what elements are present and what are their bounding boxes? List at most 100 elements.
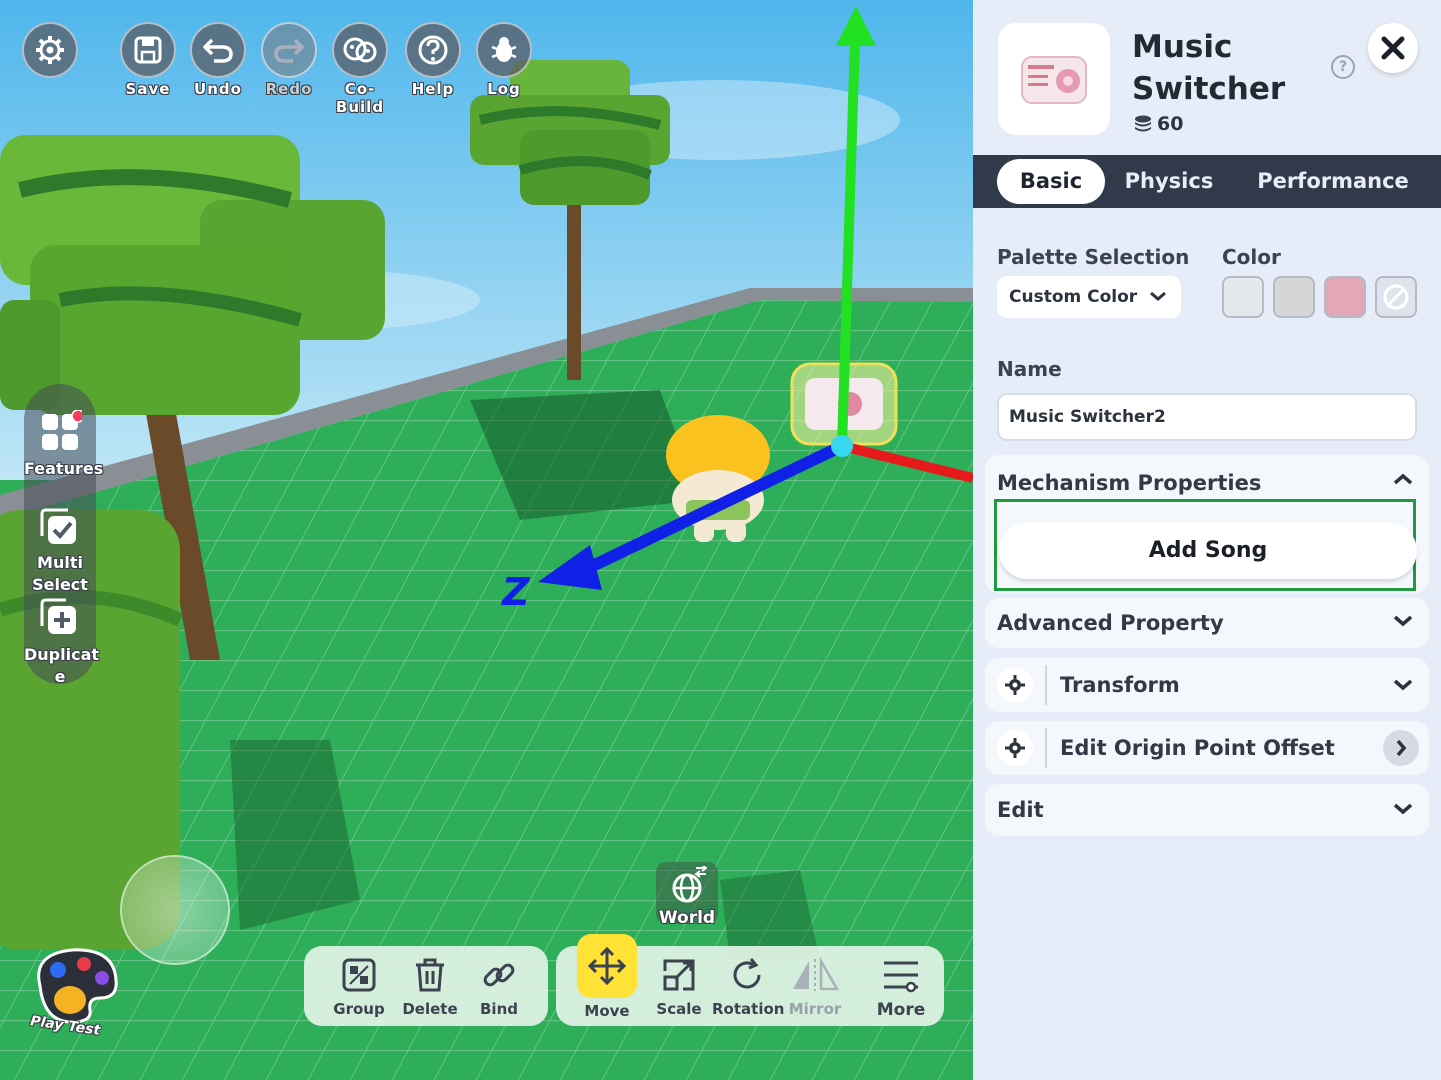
cobuild-button[interactable]: Co-Build: [322, 22, 398, 116]
edit-section[interactable]: Edit: [985, 784, 1429, 836]
undo-icon: [190, 22, 246, 78]
duplicate-label: Duplicat e: [24, 645, 100, 686]
multi-select-button[interactable]: Multi Select: [24, 506, 96, 596]
edit-origin-offset-section[interactable]: Edit Origin Point Offset: [985, 721, 1429, 775]
edit-title: Edit: [997, 798, 1044, 822]
redo-button[interactable]: Redo: [259, 22, 319, 98]
question-icon[interactable]: ?: [1331, 55, 1355, 79]
save-button[interactable]: Save: [118, 22, 178, 98]
mirror-button[interactable]: Mirror: [780, 950, 850, 1018]
help-button[interactable]: Help: [403, 22, 463, 98]
group-button[interactable]: Group: [324, 950, 394, 1018]
transform-title: Transform: [1060, 673, 1180, 697]
delete-label: Delete: [402, 1000, 458, 1018]
advanced-property-title: Advanced Property: [997, 611, 1224, 635]
edit-origin-offset-title: Edit Origin Point Offset: [1060, 736, 1335, 760]
transform-section[interactable]: Transform: [985, 658, 1429, 712]
color-label: Color: [1222, 245, 1281, 269]
help-circle-icon: [405, 22, 461, 78]
cobuild-label: Co-Build: [335, 80, 385, 116]
move-label: Move: [584, 1002, 630, 1020]
features-button[interactable]: Features: [24, 409, 104, 480]
rotation-label: Rotation: [712, 1000, 785, 1018]
scale-icon: [644, 950, 714, 1000]
undo-label: Undo: [194, 80, 242, 98]
radio-icon: [1021, 56, 1087, 104]
move-arrows-icon: [577, 934, 637, 998]
link-icon: [464, 950, 534, 1000]
name-input[interactable]: [997, 393, 1417, 441]
delete-button[interactable]: Delete: [395, 950, 465, 1018]
tab-basic[interactable]: Basic: [997, 159, 1105, 204]
item-cost: 60: [1133, 113, 1183, 135]
move-button[interactable]: Move: [572, 934, 642, 1020]
globe-icon: [672, 864, 708, 903]
log-label: Log: [487, 80, 521, 98]
chevron-right-icon: [1383, 730, 1419, 766]
cost-value: 60: [1157, 113, 1184, 135]
menu-sliders-icon: [866, 950, 936, 1000]
color-swatch-3[interactable]: [1324, 276, 1366, 318]
name-label: Name: [997, 357, 1062, 381]
redo-label: Redo: [265, 80, 313, 98]
multi-select-icon: [40, 508, 76, 544]
save-icon: [120, 22, 176, 78]
divider: [1045, 728, 1047, 768]
properties-panel: Music Switcher 60 ? Basic Physics Perfor…: [973, 0, 1441, 1080]
mirror-label: Mirror: [788, 1000, 842, 1018]
rotation-button[interactable]: Rotation: [712, 950, 785, 1018]
multi-select-label: Multi Select: [32, 553, 88, 594]
chevron-down-icon: [1393, 612, 1413, 631]
chevron-up-icon: [1393, 471, 1413, 490]
play-test-button[interactable]: Play Test: [28, 946, 124, 1046]
redo-icon: [261, 22, 317, 78]
transform-tool-group: Move Scale Rotation Mirror More: [556, 934, 944, 1026]
mirror-icon: [780, 950, 850, 1000]
mechanism-properties-title: Mechanism Properties: [997, 471, 1262, 495]
no-color-swatch[interactable]: [1375, 276, 1417, 318]
viewport-3d[interactable]: Z Save Undo Redo Co-Build Help Log Featu…: [0, 0, 973, 1080]
cobuild-icon: [332, 22, 388, 78]
no-color-icon: [1383, 284, 1409, 310]
group-icon: [324, 950, 394, 1000]
close-icon: [1381, 36, 1405, 60]
duplicate-button[interactable]: Duplicat e: [24, 598, 100, 688]
gear-icon[interactable]: [997, 667, 1033, 703]
edit-tool-group: Group Delete Bind: [304, 946, 548, 1026]
settings-button[interactable]: [20, 22, 80, 78]
scale-button[interactable]: Scale: [644, 950, 714, 1018]
chevron-down-icon: [1393, 800, 1413, 819]
trash-icon: [395, 950, 465, 1000]
palette-dropdown[interactable]: Custom Color: [997, 276, 1181, 318]
add-song-button[interactable]: Add Song: [999, 523, 1417, 579]
features-label: Features: [24, 459, 104, 478]
color-swatch-1[interactable]: [1222, 276, 1264, 318]
rotate-icon: [712, 950, 782, 1000]
bind-label: Bind: [480, 1000, 518, 1018]
palette-value: Custom Color: [1009, 287, 1138, 307]
help-label: Help: [411, 80, 455, 98]
scale-label: Scale: [656, 1000, 702, 1018]
close-button[interactable]: [1368, 23, 1418, 73]
movement-joystick[interactable]: [120, 855, 230, 965]
more-label: More: [876, 1000, 926, 1020]
tab-performance[interactable]: Performance: [1251, 159, 1415, 204]
side-tools-panel: Features Multi Select Duplicat e: [24, 384, 104, 686]
world-label: World: [658, 908, 716, 928]
more-button[interactable]: More: [866, 950, 936, 1020]
duplicate-icon: [40, 598, 76, 634]
gear-icon[interactable]: [997, 730, 1033, 766]
color-swatch-2[interactable]: [1273, 276, 1315, 318]
tab-physics[interactable]: Physics: [1115, 159, 1223, 204]
bug-icon: [476, 22, 532, 78]
advanced-property-section[interactable]: Advanced Property: [985, 598, 1429, 648]
features-grid-icon: [42, 409, 85, 450]
palette-label: Palette Selection: [997, 245, 1190, 269]
item-title: Music Switcher: [1132, 29, 1286, 107]
save-label: Save: [125, 80, 171, 98]
undo-button[interactable]: Undo: [188, 22, 248, 98]
log-button[interactable]: Log: [474, 22, 534, 98]
bind-button[interactable]: Bind: [464, 950, 534, 1018]
world-space-toggle[interactable]: World: [656, 862, 718, 928]
divider: [1045, 665, 1047, 705]
